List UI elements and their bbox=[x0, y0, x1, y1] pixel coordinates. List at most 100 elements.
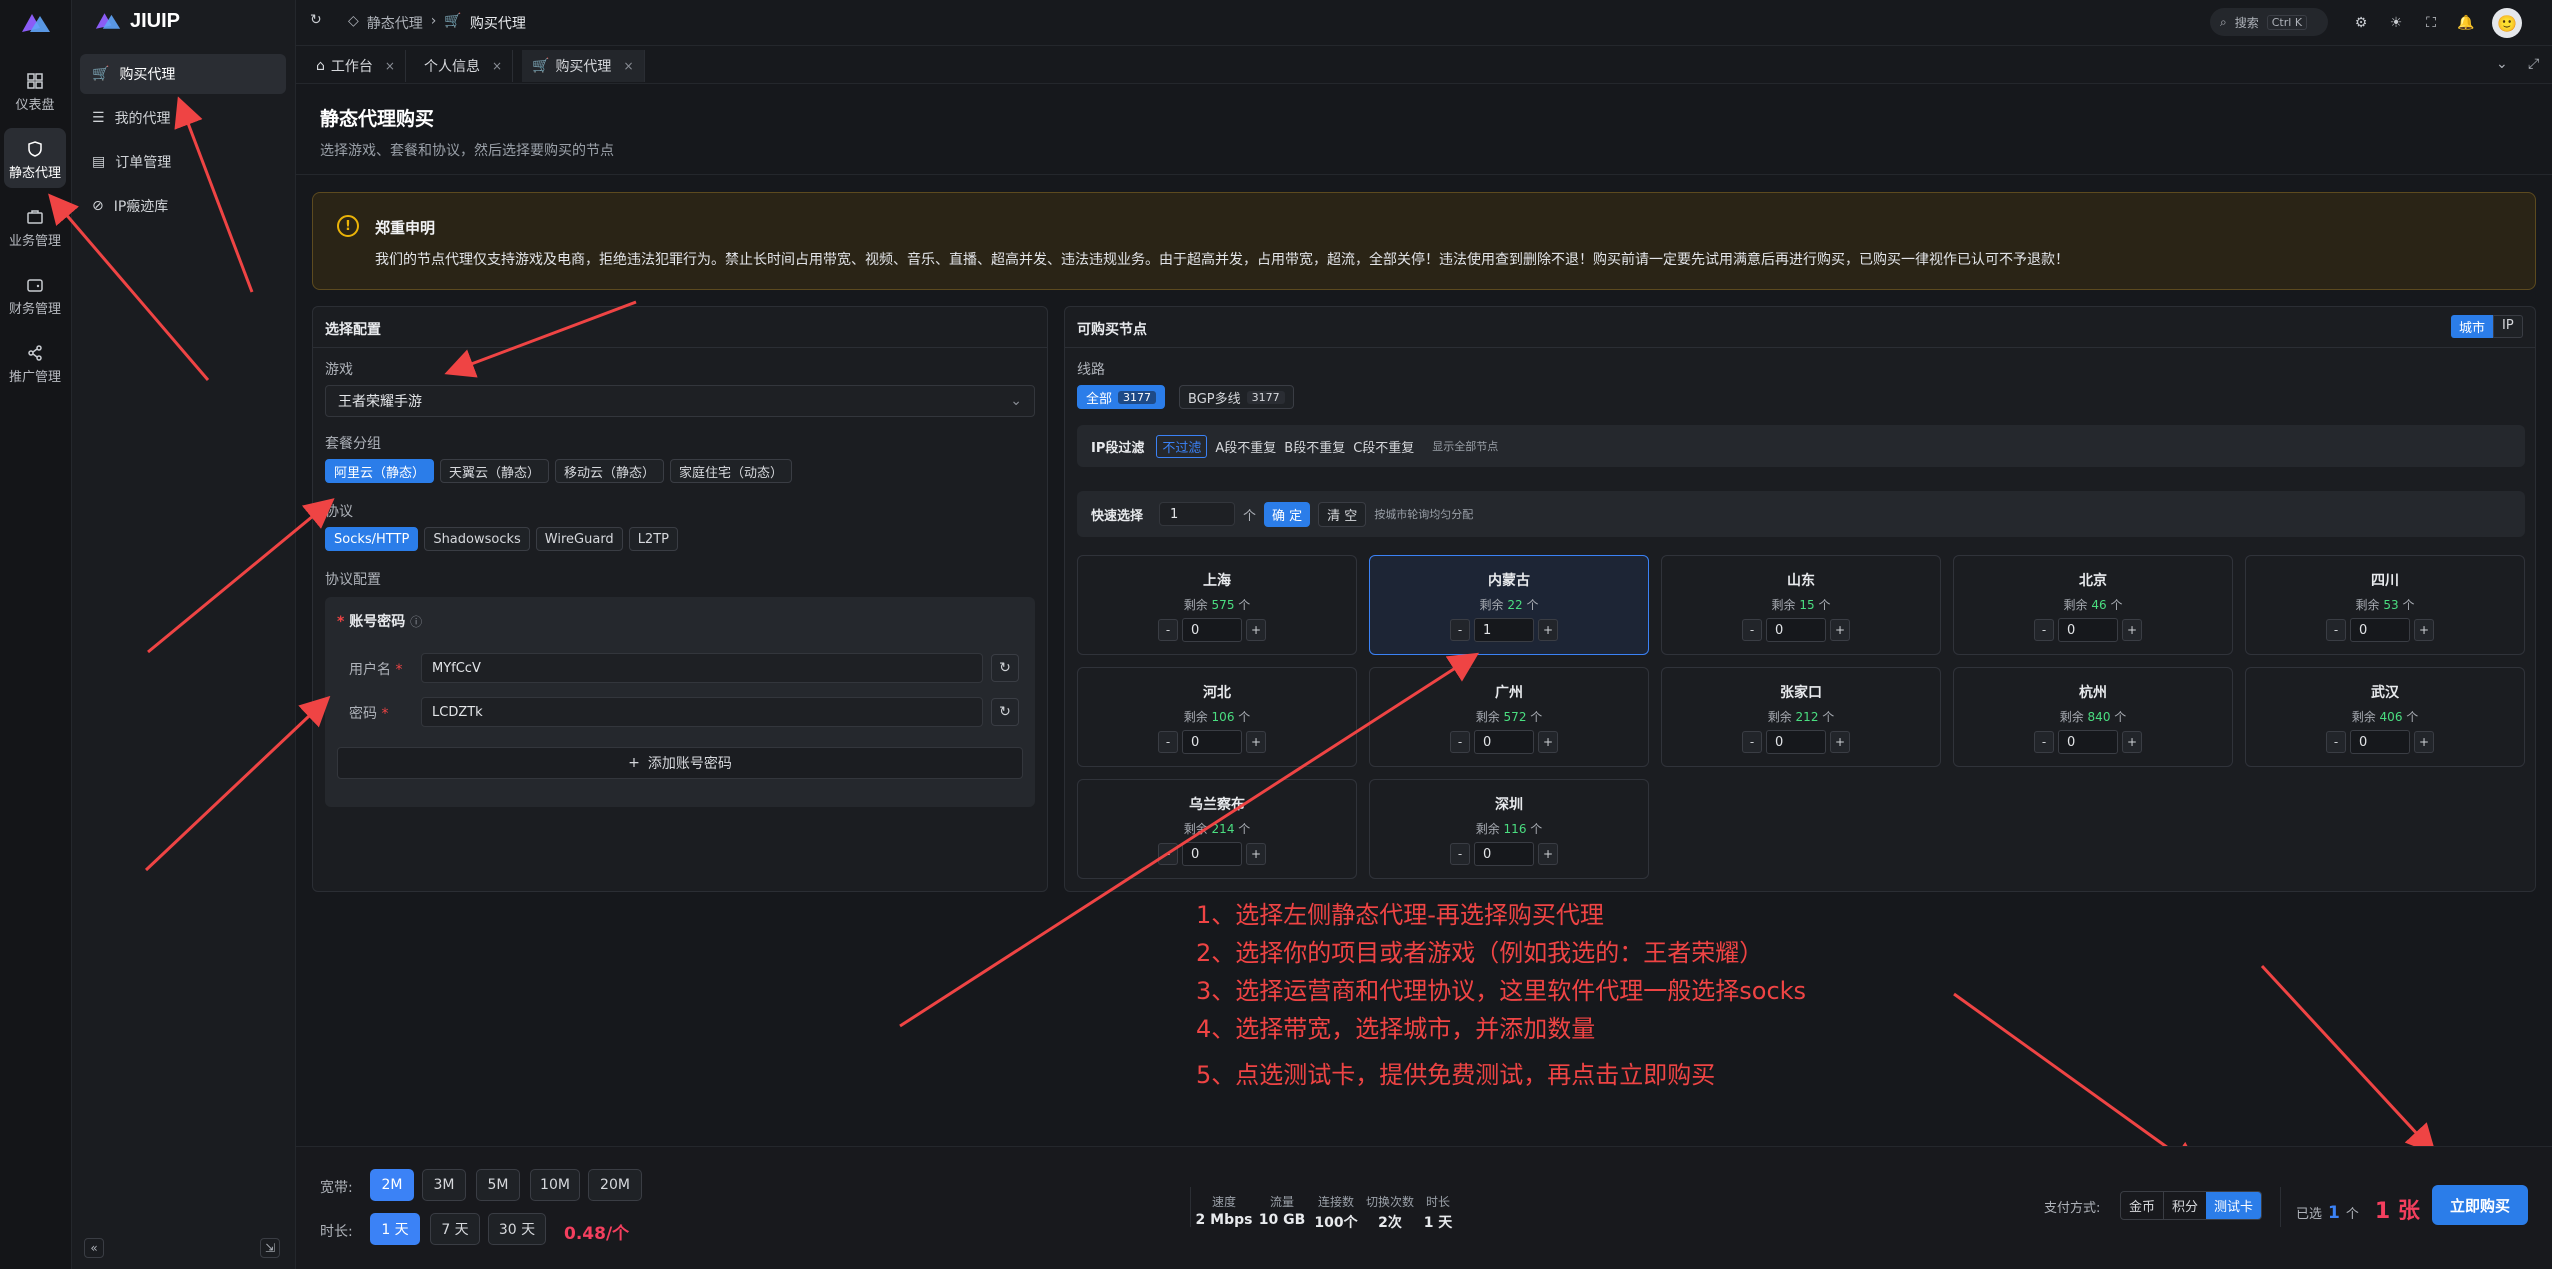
city-card[interactable]: 武汉 剩余 406 个 -0 + bbox=[2245, 667, 2525, 767]
quantity-field[interactable]: 0 bbox=[2350, 730, 2410, 754]
bandwidth-option[interactable]: 2M bbox=[370, 1169, 414, 1201]
sidebar-item-buy-proxy[interactable]: 🛒 购买代理 bbox=[80, 54, 286, 94]
quantity-field[interactable]: 0 bbox=[2058, 730, 2118, 754]
close-icon[interactable]: × bbox=[623, 59, 633, 73]
minus-icon[interactable]: - bbox=[2326, 731, 2346, 753]
breadcrumb-item[interactable]: 静态代理 bbox=[367, 13, 423, 33]
protocol-option[interactable]: L2TP bbox=[628, 527, 678, 551]
regenerate-icon[interactable]: ↻ bbox=[991, 654, 1019, 682]
minus-icon[interactable]: - bbox=[1158, 619, 1178, 641]
city-card[interactable]: 乌兰察布 剩余 214 个 -0 + bbox=[1077, 779, 1357, 879]
quantity-field[interactable]: 0 bbox=[1474, 842, 1534, 866]
line-option[interactable]: BGP多线 3177 bbox=[1179, 385, 1294, 409]
ip-filter-option[interactable]: C段不重复 bbox=[1353, 437, 1414, 456]
refresh-icon[interactable]: ↻ bbox=[310, 12, 322, 28]
city-card[interactable]: 北京 剩余 46 个 -0 + bbox=[1953, 555, 2233, 655]
clear-button[interactable]: 清 空 bbox=[1318, 501, 1367, 527]
sidebar-item-my-proxy[interactable]: ☰ 我的代理 bbox=[80, 98, 286, 138]
rail-item-dashboard[interactable]: 仪表盘 bbox=[4, 60, 66, 120]
toggle-city[interactable]: 城市 bbox=[2451, 315, 2494, 338]
quantity-field[interactable]: 0 bbox=[1182, 730, 1242, 754]
plus-icon[interactable]: + bbox=[1246, 843, 1266, 865]
city-card[interactable]: 四川 剩余 53 个 -0 + bbox=[2245, 555, 2525, 655]
quantity-field[interactable]: 0 bbox=[1766, 618, 1826, 642]
protocol-option[interactable]: Socks/HTTP bbox=[325, 527, 419, 551]
bandwidth-option[interactable]: 5M bbox=[476, 1169, 520, 1201]
protocol-option[interactable]: WireGuard bbox=[535, 527, 623, 551]
breadcrumb-item[interactable]: 购买代理 bbox=[470, 13, 526, 33]
pay-option[interactable]: 积分 bbox=[2163, 1192, 2206, 1219]
package-option[interactable]: 阿里云（静态） bbox=[325, 459, 435, 483]
password-field[interactable]: LCDZTk bbox=[421, 697, 983, 727]
minus-icon[interactable]: - bbox=[1158, 731, 1178, 753]
quick-select-input[interactable]: 1 bbox=[1159, 502, 1236, 526]
minus-icon[interactable]: - bbox=[1450, 731, 1470, 753]
username-field[interactable]: MYfCcV bbox=[421, 653, 983, 683]
minus-icon[interactable]: - bbox=[2326, 619, 2346, 641]
line-option[interactable]: 全部 3177 bbox=[1077, 385, 1166, 409]
game-select[interactable]: 王者荣耀手游 ⌄ bbox=[325, 385, 1035, 417]
minus-icon[interactable]: - bbox=[2034, 731, 2054, 753]
ip-filter-option[interactable]: A段不重复 bbox=[1215, 437, 1276, 456]
avatar[interactable]: 🙂 bbox=[2492, 8, 2522, 38]
sidebar-item-ip-blacklist[interactable]: ⊘ IP瘢迹库 bbox=[80, 186, 286, 226]
plus-icon[interactable]: + bbox=[1246, 731, 1266, 753]
package-option[interactable]: 家庭住宅（动态） bbox=[670, 459, 793, 483]
city-card[interactable]: 杭州 剩余 840 个 -0 + bbox=[1953, 667, 2233, 767]
theme-icon[interactable]: ☀ bbox=[2385, 12, 2407, 34]
tab-workbench[interactable]: ⌂ 工作台 × bbox=[306, 50, 406, 82]
plus-icon[interactable]: + bbox=[2122, 619, 2142, 641]
ip-filter-option[interactable]: B段不重复 bbox=[1284, 437, 1345, 456]
sidebar-item-orders[interactable]: ▤ 订单管理 bbox=[80, 142, 286, 182]
city-card[interactable]: 山东 剩余 15 个 -0 + bbox=[1661, 555, 1941, 655]
minus-icon[interactable]: - bbox=[1450, 843, 1470, 865]
minus-icon[interactable]: - bbox=[1450, 619, 1470, 641]
city-card[interactable]: 广州 剩余 572 个 -0 + bbox=[1369, 667, 1649, 767]
city-card[interactable]: 张家口 剩余 212 个 -0 + bbox=[1661, 667, 1941, 767]
minus-icon[interactable]: - bbox=[1742, 731, 1762, 753]
plus-icon[interactable]: + bbox=[2414, 731, 2434, 753]
tab-profile[interactable]: 个人信息 × bbox=[414, 50, 514, 82]
city-card[interactable]: 内蒙古 剩余 22 个 -1 + bbox=[1369, 555, 1649, 655]
toggle-ip[interactable]: IP bbox=[2493, 315, 2523, 338]
expand-icon[interactable]: ⤢ bbox=[2528, 56, 2539, 72]
quantity-field[interactable]: 0 bbox=[1474, 730, 1534, 754]
duration-option[interactable]: 30 天 bbox=[488, 1213, 546, 1245]
bell-icon[interactable]: 🔔 bbox=[2455, 12, 2477, 34]
show-all-toggle[interactable]: 显示全部节点 bbox=[1432, 438, 1498, 454]
fullscreen-icon[interactable]: ⛶ bbox=[2420, 12, 2442, 34]
package-option[interactable]: 天翼云（静态） bbox=[440, 459, 550, 483]
city-card[interactable]: 河北 剩余 106 个 -0 + bbox=[1077, 667, 1357, 767]
bandwidth-option[interactable]: 10M bbox=[530, 1169, 580, 1201]
quantity-field[interactable]: 0 bbox=[1182, 618, 1242, 642]
pin-icon[interactable]: ⇲ bbox=[260, 1238, 280, 1258]
settings-icon[interactable]: ⚙ bbox=[2350, 12, 2372, 34]
close-icon[interactable]: × bbox=[492, 59, 502, 73]
confirm-button[interactable]: 确 定 bbox=[1264, 501, 1311, 527]
quantity-field[interactable]: 1 bbox=[1474, 618, 1534, 642]
quantity-field[interactable]: 0 bbox=[1766, 730, 1826, 754]
regenerate-icon[interactable]: ↻ bbox=[991, 698, 1019, 726]
bandwidth-option[interactable]: 3M bbox=[422, 1169, 466, 1201]
add-account-button[interactable]: + 添加账号密码 bbox=[337, 747, 1023, 779]
ip-filter-option[interactable]: 不过滤 bbox=[1156, 434, 1208, 458]
city-card[interactable]: 深圳 剩余 116 个 -0 + bbox=[1369, 779, 1649, 879]
duration-option[interactable]: 7 天 bbox=[430, 1213, 480, 1245]
rail-item-business[interactable]: 业务管理 bbox=[4, 196, 66, 256]
minus-icon[interactable]: - bbox=[2034, 619, 2054, 641]
plus-icon[interactable]: + bbox=[1538, 843, 1558, 865]
bandwidth-option[interactable]: 20M bbox=[588, 1169, 642, 1201]
plus-icon[interactable]: + bbox=[2414, 619, 2434, 641]
collapse-icon[interactable]: « bbox=[84, 1238, 104, 1258]
plus-icon[interactable]: + bbox=[1830, 619, 1850, 641]
package-option[interactable]: 移动云（静态） bbox=[555, 459, 665, 483]
quantity-field[interactable]: 0 bbox=[2350, 618, 2410, 642]
buy-now-button[interactable]: 立即购买 bbox=[2432, 1185, 2528, 1225]
pay-option[interactable]: 金币 bbox=[2121, 1192, 2163, 1219]
search-input[interactable]: ⌕ 搜索 Ctrl K bbox=[2210, 8, 2328, 36]
rail-item-promotion[interactable]: 推广管理 bbox=[4, 332, 66, 392]
quantity-field[interactable]: 0 bbox=[1182, 842, 1242, 866]
minus-icon[interactable]: - bbox=[1158, 843, 1178, 865]
tab-buy-proxy[interactable]: 🛒 购买代理 × bbox=[522, 50, 645, 82]
protocol-option[interactable]: Shadowsocks bbox=[424, 527, 530, 551]
